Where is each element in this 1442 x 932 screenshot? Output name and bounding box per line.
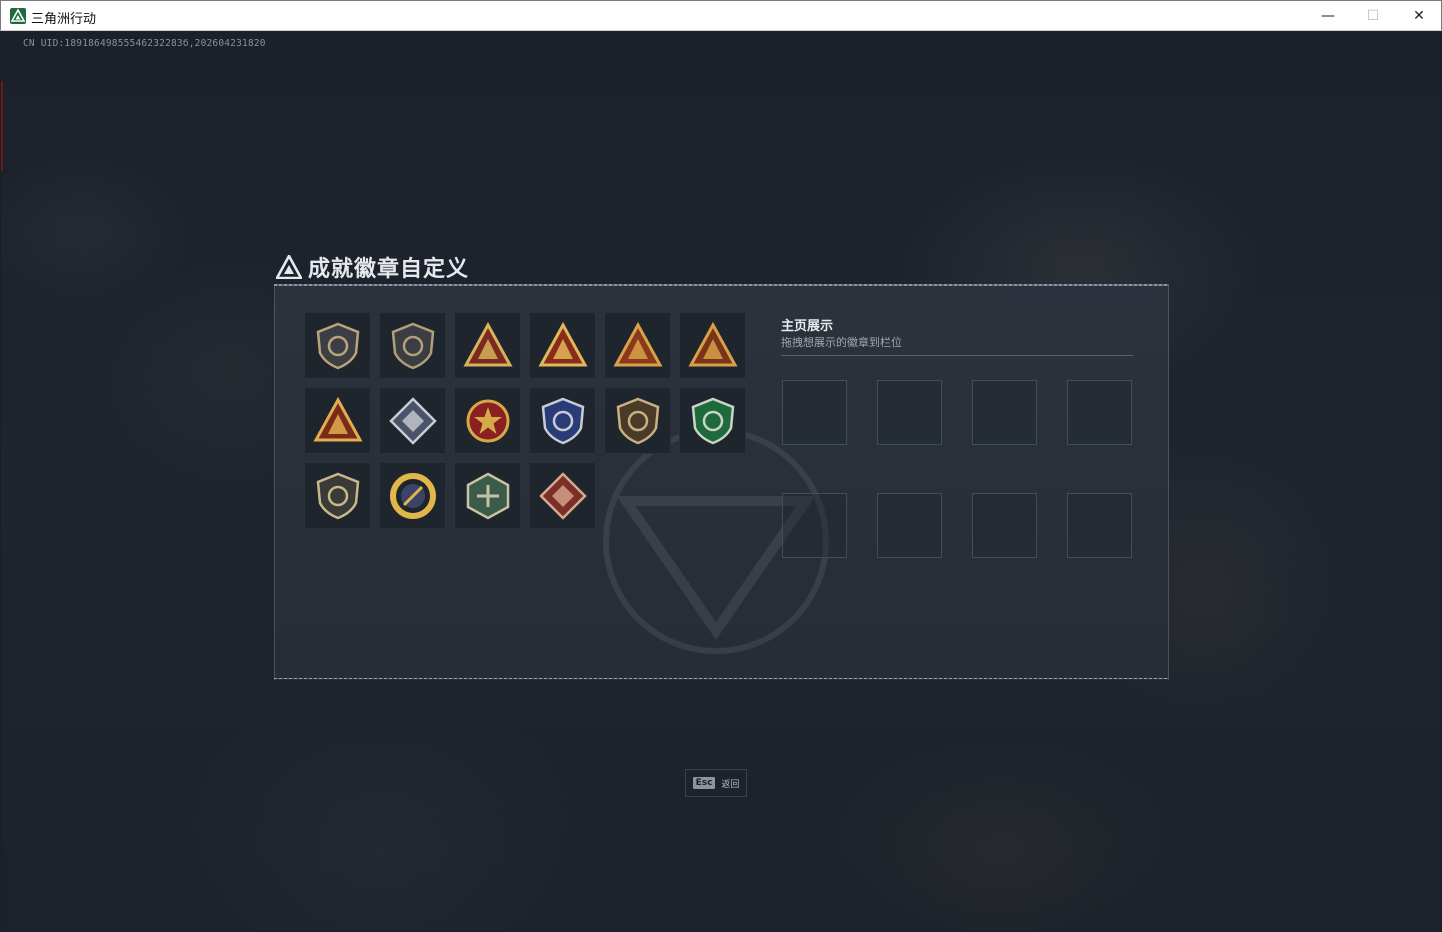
rifle-shield-badge[interactable] <box>304 462 371 529</box>
police-shield-badge[interactable] <box>529 387 596 454</box>
shield-delta-badge-icon <box>316 322 359 369</box>
showcase-slot[interactable] <box>972 493 1037 558</box>
green-crosshair-badge-icon <box>691 397 734 444</box>
showcase-slot[interactable] <box>972 380 1037 445</box>
game-window: 三角洲行动 — ☐ ✕ CN UID:18918649855546232283б… <box>0 0 1442 932</box>
triangle-soldier-badge-icon <box>612 321 663 366</box>
gem-shield-badge[interactable] <box>604 387 671 454</box>
back-button[interactable]: Esc 返回 <box>685 769 747 797</box>
triangle-s6-badge[interactable] <box>454 312 521 379</box>
police-shield-badge-icon <box>541 397 584 444</box>
triangle-beast-badge-icon <box>687 321 738 366</box>
showcase-title: 主页展示 <box>781 319 834 334</box>
esc-key-icon: Esc <box>692 777 716 789</box>
edge-accent <box>1 81 3 171</box>
triangle-number-one-badge[interactable] <box>529 312 596 379</box>
panel-bottom-border <box>274 678 1169 679</box>
panel-top-border <box>274 284 1169 286</box>
triangle-s6-badge-icon <box>462 321 513 366</box>
triangle-number-one-badge-icon <box>537 321 588 366</box>
showcase-divider <box>781 355 1133 356</box>
triangle-soldier-badge[interactable] <box>604 312 671 379</box>
delta-logo-icon <box>10 8 26 24</box>
game-viewport: CN UID:18918649855546232283б,20260423182… <box>1 31 1441 931</box>
showcase-slot[interactable] <box>877 493 942 558</box>
hexagon-dragonfly-badge-icon <box>466 472 509 519</box>
dialog-header: 成就徽章自定义 <box>276 251 469 283</box>
showcase-slot[interactable] <box>782 380 847 445</box>
helicopter-badge[interactable] <box>379 312 446 379</box>
showcase-slot[interactable] <box>877 380 942 445</box>
green-crosshair-badge[interactable] <box>679 387 746 454</box>
star-medal-badge[interactable] <box>454 387 521 454</box>
shield-delta-badge[interactable] <box>304 312 371 379</box>
dialog-title: 成就徽章自定义 <box>308 257 470 282</box>
triangle-beast-badge[interactable] <box>679 312 746 379</box>
dragon-diamond-badge-icon <box>538 471 587 520</box>
rifle-shield-badge-icon <box>316 472 359 519</box>
diamond-crystal-badge[interactable] <box>379 387 446 454</box>
gem-shield-badge-icon <box>616 397 659 444</box>
delta-logo-icon <box>276 255 302 279</box>
close-button[interactable]: ✕ <box>1396 1 1442 31</box>
showcase-subtitle: 拖拽想展示的徽章到栏位 <box>781 336 902 349</box>
gold-ring-badge[interactable] <box>379 462 446 529</box>
back-label: 返回 <box>721 779 740 790</box>
helicopter-badge-icon <box>391 322 434 369</box>
showcase-slot[interactable] <box>782 493 847 558</box>
showcase-slot[interactable] <box>1067 380 1132 445</box>
maximize-button[interactable]: ☐ <box>1350 1 1396 31</box>
diamond-crystal-badge-icon <box>388 396 437 445</box>
minimize-button[interactable]: — <box>1305 1 1351 31</box>
window-title: 三角洲行动 <box>31 12 97 27</box>
hexagon-dragonfly-badge[interactable] <box>454 462 521 529</box>
triangle-stack-badge[interactable] <box>304 387 371 454</box>
uid-label: CN UID:18918649855546232283б,20260423182… <box>23 38 266 49</box>
gold-ring-badge-icon <box>389 472 436 519</box>
title-bar: 三角洲行动 — ☐ ✕ <box>0 0 1442 31</box>
star-medal-badge-icon <box>466 399 509 442</box>
triangle-stack-badge-icon <box>312 396 363 441</box>
showcase-slot[interactable] <box>1067 493 1132 558</box>
dragon-diamond-badge[interactable] <box>529 462 596 529</box>
